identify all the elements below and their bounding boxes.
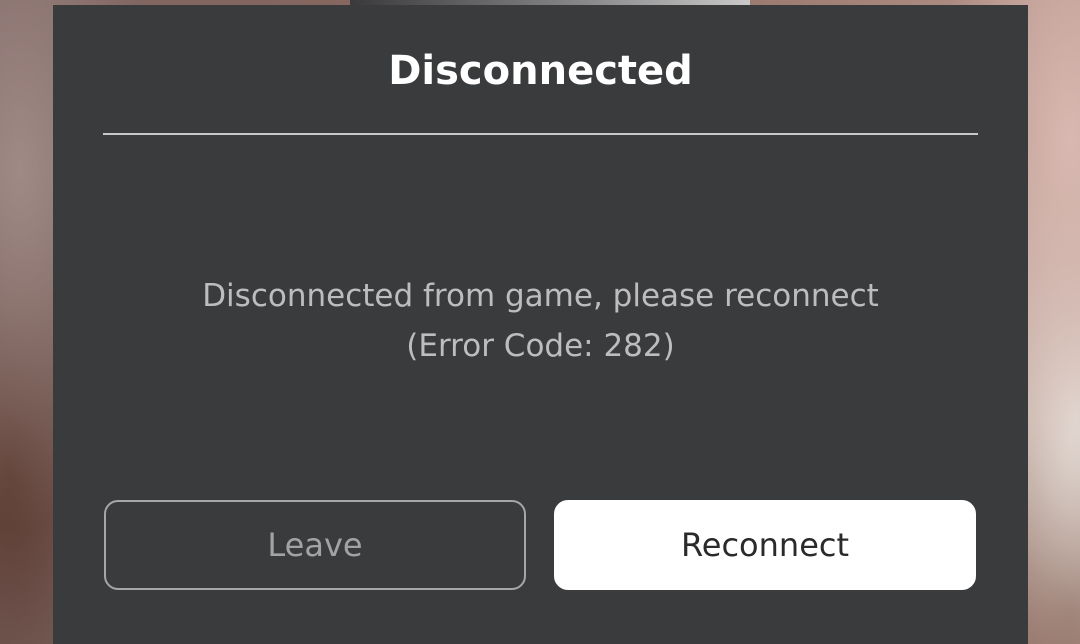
reconnect-button[interactable]: Reconnect — [554, 500, 976, 590]
dialog-title: Disconnected — [388, 48, 693, 94]
leave-button[interactable]: Leave — [104, 500, 526, 590]
dialog-message: Disconnected from game, please reconnect… — [53, 271, 1028, 371]
message-text: Disconnected from game, please reconnect — [202, 278, 879, 314]
title-divider — [103, 133, 978, 135]
disconnected-dialog: Disconnected Disconnected from game, ple… — [53, 5, 1028, 644]
error-code-text: (Error Code: 282) — [406, 328, 675, 364]
